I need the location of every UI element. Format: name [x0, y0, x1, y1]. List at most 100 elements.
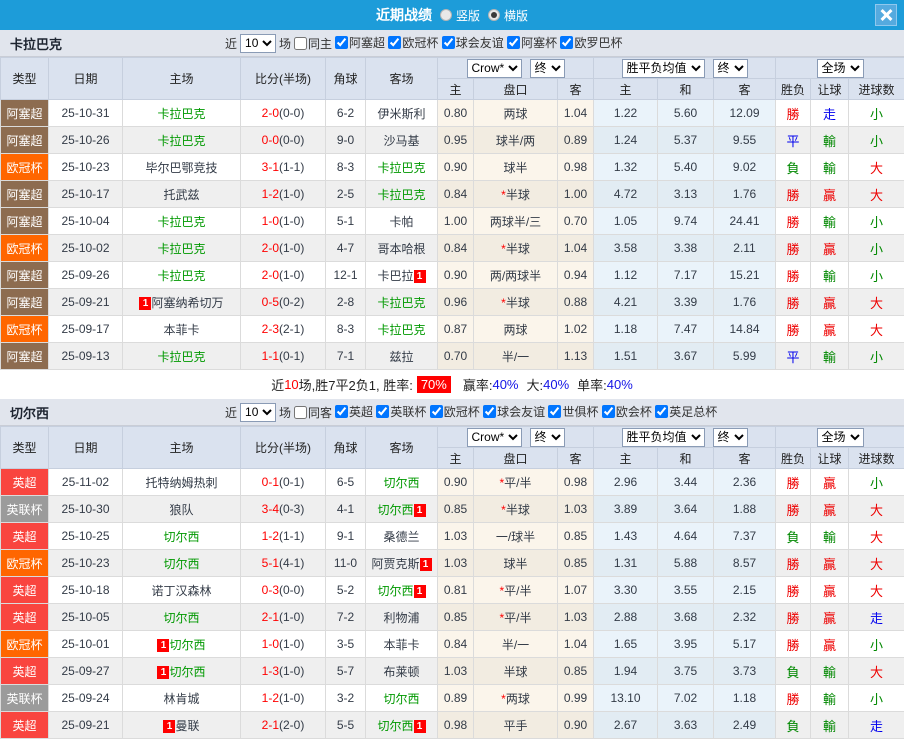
avg-home-odds: 1.43: [594, 523, 658, 550]
league-filter[interactable]: 球会友谊: [483, 403, 545, 420]
home-team-cell[interactable]: 狼队: [123, 496, 241, 523]
home-team-cell[interactable]: 毕尔巴鄂竞技: [123, 154, 241, 181]
league-checkbox[interactable]: [430, 405, 443, 418]
league-filter[interactable]: 球会友谊: [442, 34, 504, 51]
home-team-cell[interactable]: 卡拉巴克: [123, 343, 241, 370]
home-team-cell[interactable]: 1切尔西: [123, 631, 241, 658]
close-button[interactable]: [875, 4, 897, 26]
same-venue-filter[interactable]: 同主: [294, 35, 332, 52]
away-team-cell[interactable]: 阿贾克斯1: [366, 550, 438, 577]
home-team-cell[interactable]: 本菲卡: [123, 316, 241, 343]
away-team-cell[interactable]: 布莱顿: [366, 658, 438, 685]
handicap-cell: *两球: [474, 685, 558, 712]
away-team-cell[interactable]: 伊米斯利: [366, 100, 438, 127]
avg-final-select[interactable]: 终: [713, 59, 748, 78]
league-checkbox[interactable]: [507, 36, 520, 49]
scope-select[interactable]: 全场: [817, 428, 864, 447]
league-checkbox[interactable]: [376, 405, 389, 418]
league-checkbox[interactable]: [388, 36, 401, 49]
league-filter[interactable]: 阿塞超: [335, 34, 385, 51]
away-team-cell[interactable]: 切尔西: [366, 469, 438, 496]
odds-final-select[interactable]: 终: [530, 428, 565, 447]
away-team-cell[interactable]: 切尔西1: [366, 496, 438, 523]
odds-final-select[interactable]: 终: [530, 59, 565, 78]
league-checkbox[interactable]: [442, 36, 455, 49]
league-checkbox[interactable]: [602, 405, 615, 418]
horizontal-layout-radio[interactable]: [488, 9, 500, 21]
away-team-cell[interactable]: 本菲卡: [366, 631, 438, 658]
match-date: 25-10-23: [49, 154, 123, 181]
league-filter[interactable]: 阿塞杯: [507, 34, 557, 51]
avg-select[interactable]: 胜平负均值: [622, 428, 705, 447]
halftime-score: (0-3): [279, 502, 304, 516]
away-team-cell[interactable]: 卡拉巴克: [366, 181, 438, 208]
avg-select[interactable]: 胜平负均值: [622, 59, 705, 78]
league-filter[interactable]: 英超: [335, 403, 373, 420]
away-team-cell[interactable]: 切尔西1: [366, 577, 438, 604]
away-team-cell[interactable]: 卡巴拉1: [366, 262, 438, 289]
away-team-cell[interactable]: 卡帕: [366, 208, 438, 235]
home-team-cell[interactable]: 卡拉巴克: [123, 127, 241, 154]
away-odds: 1.04: [558, 235, 594, 262]
league-filter[interactable]: 欧罗巴杯: [560, 34, 622, 51]
home-team-cell[interactable]: 林肯城: [123, 685, 241, 712]
recent-count-select[interactable]: 10: [240, 403, 276, 422]
away-team-cell[interactable]: 利物浦: [366, 604, 438, 631]
home-team-cell[interactable]: 卡拉巴克: [123, 262, 241, 289]
vertical-layout-radio[interactable]: [440, 9, 452, 21]
subcol-odds-away: 客: [558, 79, 594, 100]
win-rate-badge: 70%: [417, 376, 451, 393]
away-team-cell[interactable]: 切尔西1: [366, 712, 438, 739]
col-away: 客场: [366, 58, 438, 100]
same-venue-checkbox[interactable]: [294, 37, 307, 50]
away-team-cell[interactable]: 卡拉巴克: [366, 289, 438, 316]
handicap-value: 球半/两: [496, 134, 535, 148]
home-team-cell[interactable]: 托特纳姆热刺: [123, 469, 241, 496]
away-team-cell[interactable]: 哥本哈根: [366, 235, 438, 262]
league-filter[interactable]: 英足总杯: [655, 403, 717, 420]
league-filter[interactable]: 欧冠杯: [430, 403, 480, 420]
league-checkbox[interactable]: [483, 405, 496, 418]
league-checkbox[interactable]: [548, 405, 561, 418]
away-team-cell[interactable]: 切尔西: [366, 685, 438, 712]
home-team-cell[interactable]: 1曼联: [123, 712, 241, 739]
home-team-cell[interactable]: 卡拉巴克: [123, 100, 241, 127]
away-team-cell[interactable]: 兹拉: [366, 343, 438, 370]
bookmaker-select[interactable]: Crow*: [467, 59, 522, 78]
horizontal-layout-option[interactable]: 横版: [488, 7, 528, 24]
home-team-cell[interactable]: 切尔西: [123, 523, 241, 550]
league-checkbox[interactable]: [655, 405, 668, 418]
home-team-cell[interactable]: 切尔西: [123, 604, 241, 631]
away-team-cell[interactable]: 卡拉巴克: [366, 154, 438, 181]
recent-count-select[interactable]: 10: [240, 34, 276, 53]
away-team-cell[interactable]: 沙马基: [366, 127, 438, 154]
away-team-cell[interactable]: 桑德兰: [366, 523, 438, 550]
avg-final-select[interactable]: 终: [713, 428, 748, 447]
league-filter[interactable]: 英联杯: [376, 403, 426, 420]
home-team-cell[interactable]: 托武兹: [123, 181, 241, 208]
league-checkbox[interactable]: [335, 36, 348, 49]
home-team-cell[interactable]: 诺丁汉森林: [123, 577, 241, 604]
goals-result-cell: 大: [849, 658, 904, 685]
league-filter[interactable]: 欧会杯: [602, 403, 652, 420]
league-filter[interactable]: 世俱杯: [548, 403, 598, 420]
avg-draw-odds: 3.55: [658, 577, 714, 604]
scope-select[interactable]: 全场: [817, 59, 864, 78]
home-team-cell[interactable]: 1阿塞纳希切万: [123, 289, 241, 316]
bookmaker-select[interactable]: Crow*: [467, 428, 522, 447]
handicap-value: 半球: [506, 242, 530, 256]
league-checkbox[interactable]: [560, 36, 573, 49]
league-filter[interactable]: 欧冠杯: [388, 34, 438, 51]
league-checkbox[interactable]: [335, 405, 348, 418]
avg-away-odds: 2.32: [714, 604, 776, 631]
handicap-cell: 球半/两: [474, 127, 558, 154]
home-team-cell[interactable]: 卡拉巴克: [123, 235, 241, 262]
away-team-cell[interactable]: 卡拉巴克: [366, 316, 438, 343]
same-venue-filter[interactable]: 同客: [294, 404, 332, 421]
home-team-cell[interactable]: 切尔西: [123, 550, 241, 577]
same-venue-checkbox[interactable]: [294, 406, 307, 419]
home-team-cell[interactable]: 1切尔西: [123, 658, 241, 685]
vertical-layout-option[interactable]: 竖版: [440, 7, 480, 24]
home-team-cell[interactable]: 卡拉巴克: [123, 208, 241, 235]
home-team-name: 切尔西: [163, 611, 199, 625]
